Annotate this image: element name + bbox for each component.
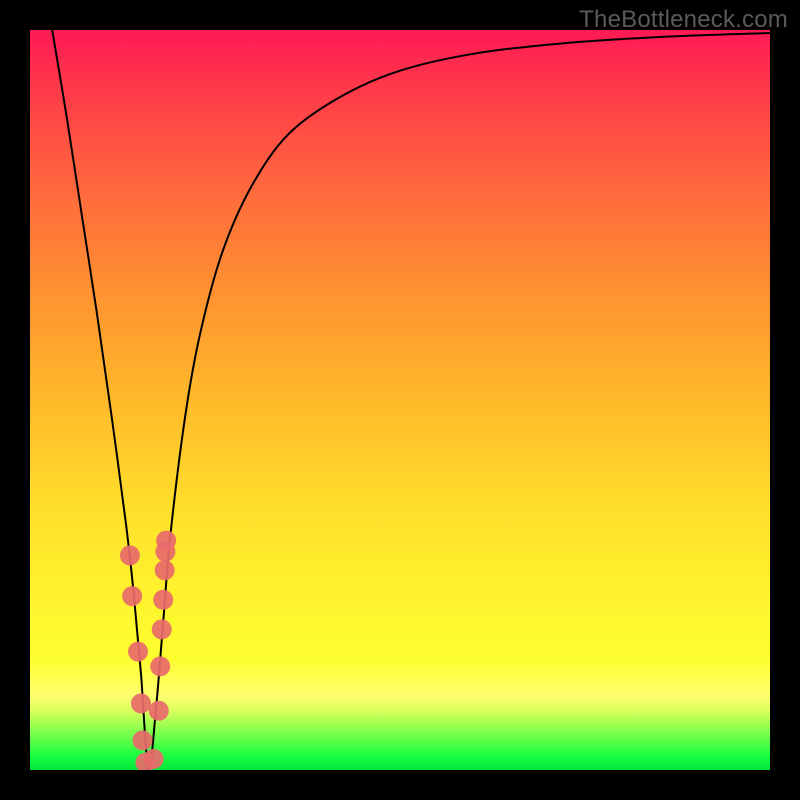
plot-area: [30, 30, 770, 770]
data-marker: [152, 619, 172, 639]
data-marker: [120, 545, 140, 565]
data-marker: [128, 642, 148, 662]
data-marker: [149, 701, 169, 721]
data-marker: [155, 560, 175, 580]
data-marker: [144, 749, 164, 769]
data-marker: [131, 693, 151, 713]
data-marker: [132, 730, 152, 750]
chart-frame: TheBottleneck.com: [0, 0, 800, 800]
data-marker: [156, 531, 176, 551]
watermark-text: TheBottleneck.com: [579, 6, 788, 34]
chart-svg: [30, 30, 770, 770]
data-marker: [150, 656, 170, 676]
data-marker: [122, 586, 142, 606]
data-marker: [153, 590, 173, 610]
marker-layer: [120, 531, 176, 770]
